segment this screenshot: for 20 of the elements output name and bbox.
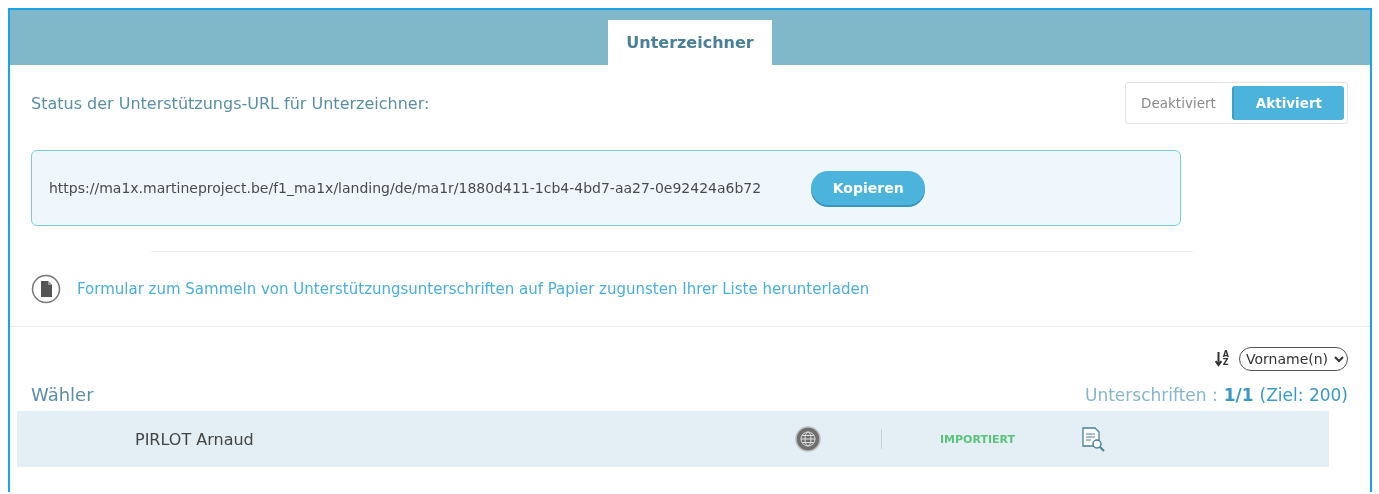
- copy-button[interactable]: Kopieren: [811, 171, 926, 205]
- status-label: IMPORTIERT: [940, 432, 1017, 446]
- signatures-label: Unterschriften :: [1084, 385, 1218, 405]
- sort-arrow-icon: [1214, 351, 1222, 367]
- sort-select[interactable]: Vorname(n): [1239, 347, 1348, 371]
- toggle-option[interactable]: Aktiviert: [1231, 86, 1344, 120]
- signatures-goal: (Ziel: 200): [1259, 385, 1348, 405]
- document-search-icon[interactable]: [1080, 426, 1106, 452]
- tab[interactable]: Unterzeichner: [608, 20, 772, 65]
- sort-letter: Z: [1222, 359, 1229, 367]
- toggle-option[interactable]: Deaktiviert: [1129, 86, 1228, 120]
- url-text: https://ma1x.martineproject.be/f1_ma1x/landing/de/ma1r/1880d411-1cb4-4bd7-aa27-0e92424a6b72: [49, 180, 762, 196]
- document-icon: [31, 274, 61, 304]
- status-label: Status der Unterstützungs-URL für Unterzeichner:: [31, 93, 430, 113]
- download-link[interactable]: Formular zum Sammeln von Unterstützungsunterschriften auf Papier zugunsten Ihrer Liste herunterladen: [77, 280, 870, 298]
- voter-name: PIRLOT Arnaud: [135, 429, 255, 449]
- signatures-count: 1/1: [1223, 385, 1254, 405]
- globe-icon: [795, 426, 821, 452]
- section-title: Wähler: [31, 384, 94, 405]
- sort-letter: A: [1222, 351, 1229, 359]
